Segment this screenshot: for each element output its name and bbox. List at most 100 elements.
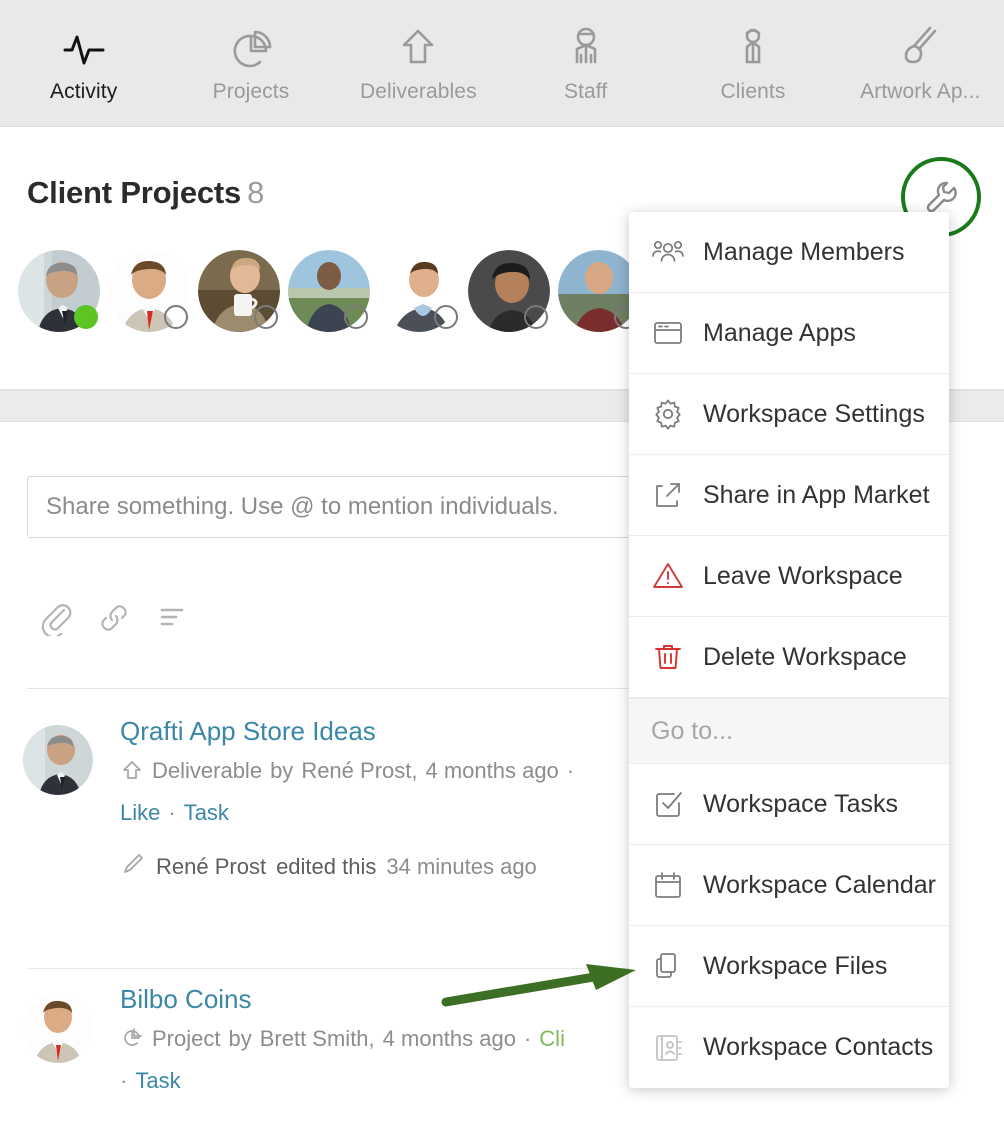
edit-time: 34 minutes ago [386, 853, 537, 879]
menu-item-workspace-contacts[interactable]: Workspace Contacts [629, 1007, 949, 1088]
feed-item-meta: Project by Brett Smith, 4 months ago · C… [120, 1023, 680, 1059]
avatar[interactable] [378, 250, 460, 332]
pie-chart-icon [226, 22, 276, 74]
nav-label: Projects [212, 80, 290, 103]
composer-toolbar [38, 600, 190, 641]
avatar[interactable] [23, 993, 93, 1063]
nav-item-activity[interactable]: Activity [0, 0, 167, 126]
top-navigation: Activity Projects Deliverables Staff Cli… [0, 0, 1004, 127]
feed-item-tag[interactable]: Cli [539, 1023, 565, 1055]
nav-item-projects[interactable]: Projects [167, 0, 334, 126]
nav-label: Artwork Ap... [860, 80, 981, 103]
feed-item-time: 4 months ago [425, 758, 559, 784]
menu-section-header-goto: Go to... [629, 698, 949, 764]
edit-author: René Prost [156, 853, 267, 879]
avatar[interactable] [198, 250, 280, 332]
workspace-settings-dropdown: Manage Members Manage Apps Workspace Set… [629, 212, 949, 1088]
menu-item-label: Workspace Files [703, 951, 888, 980]
up-arrow-icon [120, 758, 144, 791]
avatar[interactable] [23, 725, 93, 795]
menu-item-label: Share in App Market [703, 480, 930, 509]
task-action[interactable]: Task [184, 797, 229, 829]
pencil-icon [120, 851, 146, 883]
calendar-icon [651, 868, 685, 902]
avatar[interactable] [558, 250, 640, 332]
menu-item-label: Leave Workspace [703, 561, 903, 590]
menu-item-delete-workspace[interactable]: Delete Workspace [629, 617, 949, 698]
feed-item-author: Brett Smith, [259, 1026, 375, 1052]
member-count: 8 [247, 175, 265, 210]
avatar[interactable] [468, 250, 550, 332]
feed-item-type: Project [152, 1026, 221, 1052]
group-people-icon [651, 235, 685, 269]
menu-item-label: Workspace Calendar [703, 870, 936, 899]
share-out-icon [651, 478, 685, 512]
window-app-icon [651, 316, 685, 350]
nav-label: Clients [720, 80, 786, 103]
share-input-placeholder: Share something. Use @ to mention indivi… [46, 493, 559, 520]
gear-icon [651, 397, 685, 431]
pie-chart-icon [120, 1026, 144, 1059]
feed-item-title[interactable]: Qrafti App Store Ideas [120, 714, 680, 749]
menu-section-label: Go to... [651, 716, 733, 745]
task-action[interactable]: Task [135, 1065, 180, 1097]
feed-item-edit-note: René Prost edited this 34 minutes ago [120, 851, 680, 883]
feed-item-meta: Deliverable by René Prost, 4 months ago … [120, 755, 680, 791]
nav-item-staff[interactable]: Staff [502, 0, 669, 126]
menu-item-label: Manage Members [703, 237, 905, 266]
feed-item-author: René Prost, [301, 758, 418, 784]
avatar[interactable] [108, 250, 190, 332]
nav-label: Staff [563, 80, 608, 103]
person-client-icon [728, 22, 778, 74]
status-indicator-offline [254, 305, 278, 329]
attach-file-icon[interactable] [38, 600, 74, 641]
edit-verb: edited this [276, 853, 377, 879]
menu-item-workspace-settings[interactable]: Workspace Settings [629, 374, 949, 455]
feed-item-actions: · Task [120, 1065, 680, 1097]
menu-item-leave-workspace[interactable]: Leave Workspace [629, 536, 949, 617]
insert-link-icon[interactable] [96, 600, 132, 641]
contacts-book-icon [651, 1031, 685, 1065]
feed-item-by: by [270, 758, 294, 784]
status-indicator-offline [344, 305, 368, 329]
files-copy-icon [651, 949, 685, 983]
page-title: Client Projects 8 [27, 175, 264, 211]
page-title-text: Client Projects [27, 175, 242, 210]
status-indicator-offline [434, 305, 458, 329]
menu-item-workspace-files[interactable]: Workspace Files [629, 926, 949, 1007]
up-arrow-icon [393, 22, 443, 74]
avatar[interactable] [18, 250, 100, 332]
action-separator: · [168, 799, 176, 825]
feed-item-actions: Like · Task [120, 797, 680, 829]
trash-icon [651, 640, 685, 674]
nav-item-artwork-approval[interactable]: Artwork Ap... [837, 0, 1004, 126]
warning-icon [651, 559, 685, 593]
menu-item-workspace-calendar[interactable]: Workspace Calendar [629, 845, 949, 926]
person-staff-icon [561, 22, 611, 74]
menu-item-share-in-app-market[interactable]: Share in App Market [629, 455, 949, 536]
action-separator: · [120, 1067, 128, 1093]
nav-item-deliverables[interactable]: Deliverables [335, 0, 502, 126]
feed-item-separator: · [566, 758, 575, 784]
nav-label: Activity [50, 80, 118, 103]
feed-item-type: Deliverable [152, 758, 263, 784]
menu-item-label: Workspace Settings [703, 399, 925, 428]
status-indicator-offline [524, 305, 548, 329]
feed-item-body: Bilbo Coins Project by Brett Smith, 4 mo… [120, 982, 680, 1097]
menu-item-manage-apps[interactable]: Manage Apps [629, 293, 949, 374]
menu-item-label: Delete Workspace [703, 642, 907, 671]
menu-item-label: Manage Apps [703, 318, 856, 347]
avatar[interactable] [288, 250, 370, 332]
format-text-icon[interactable] [154, 600, 190, 641]
menu-item-label: Workspace Tasks [703, 789, 898, 818]
menu-item-workspace-tasks[interactable]: Workspace Tasks [629, 764, 949, 845]
like-action[interactable]: Like [120, 797, 160, 829]
feed-item-body: Qrafti App Store Ideas Deliverable by Re… [120, 714, 680, 883]
status-indicator-online [74, 305, 98, 329]
feed-item-title[interactable]: Bilbo Coins [120, 982, 680, 1017]
activity-pulse-icon [59, 22, 109, 74]
menu-item-manage-members[interactable]: Manage Members [629, 212, 949, 293]
checkbox-task-icon [651, 787, 685, 821]
nav-item-clients[interactable]: Clients [669, 0, 836, 126]
paintbrush-icon [895, 22, 945, 74]
